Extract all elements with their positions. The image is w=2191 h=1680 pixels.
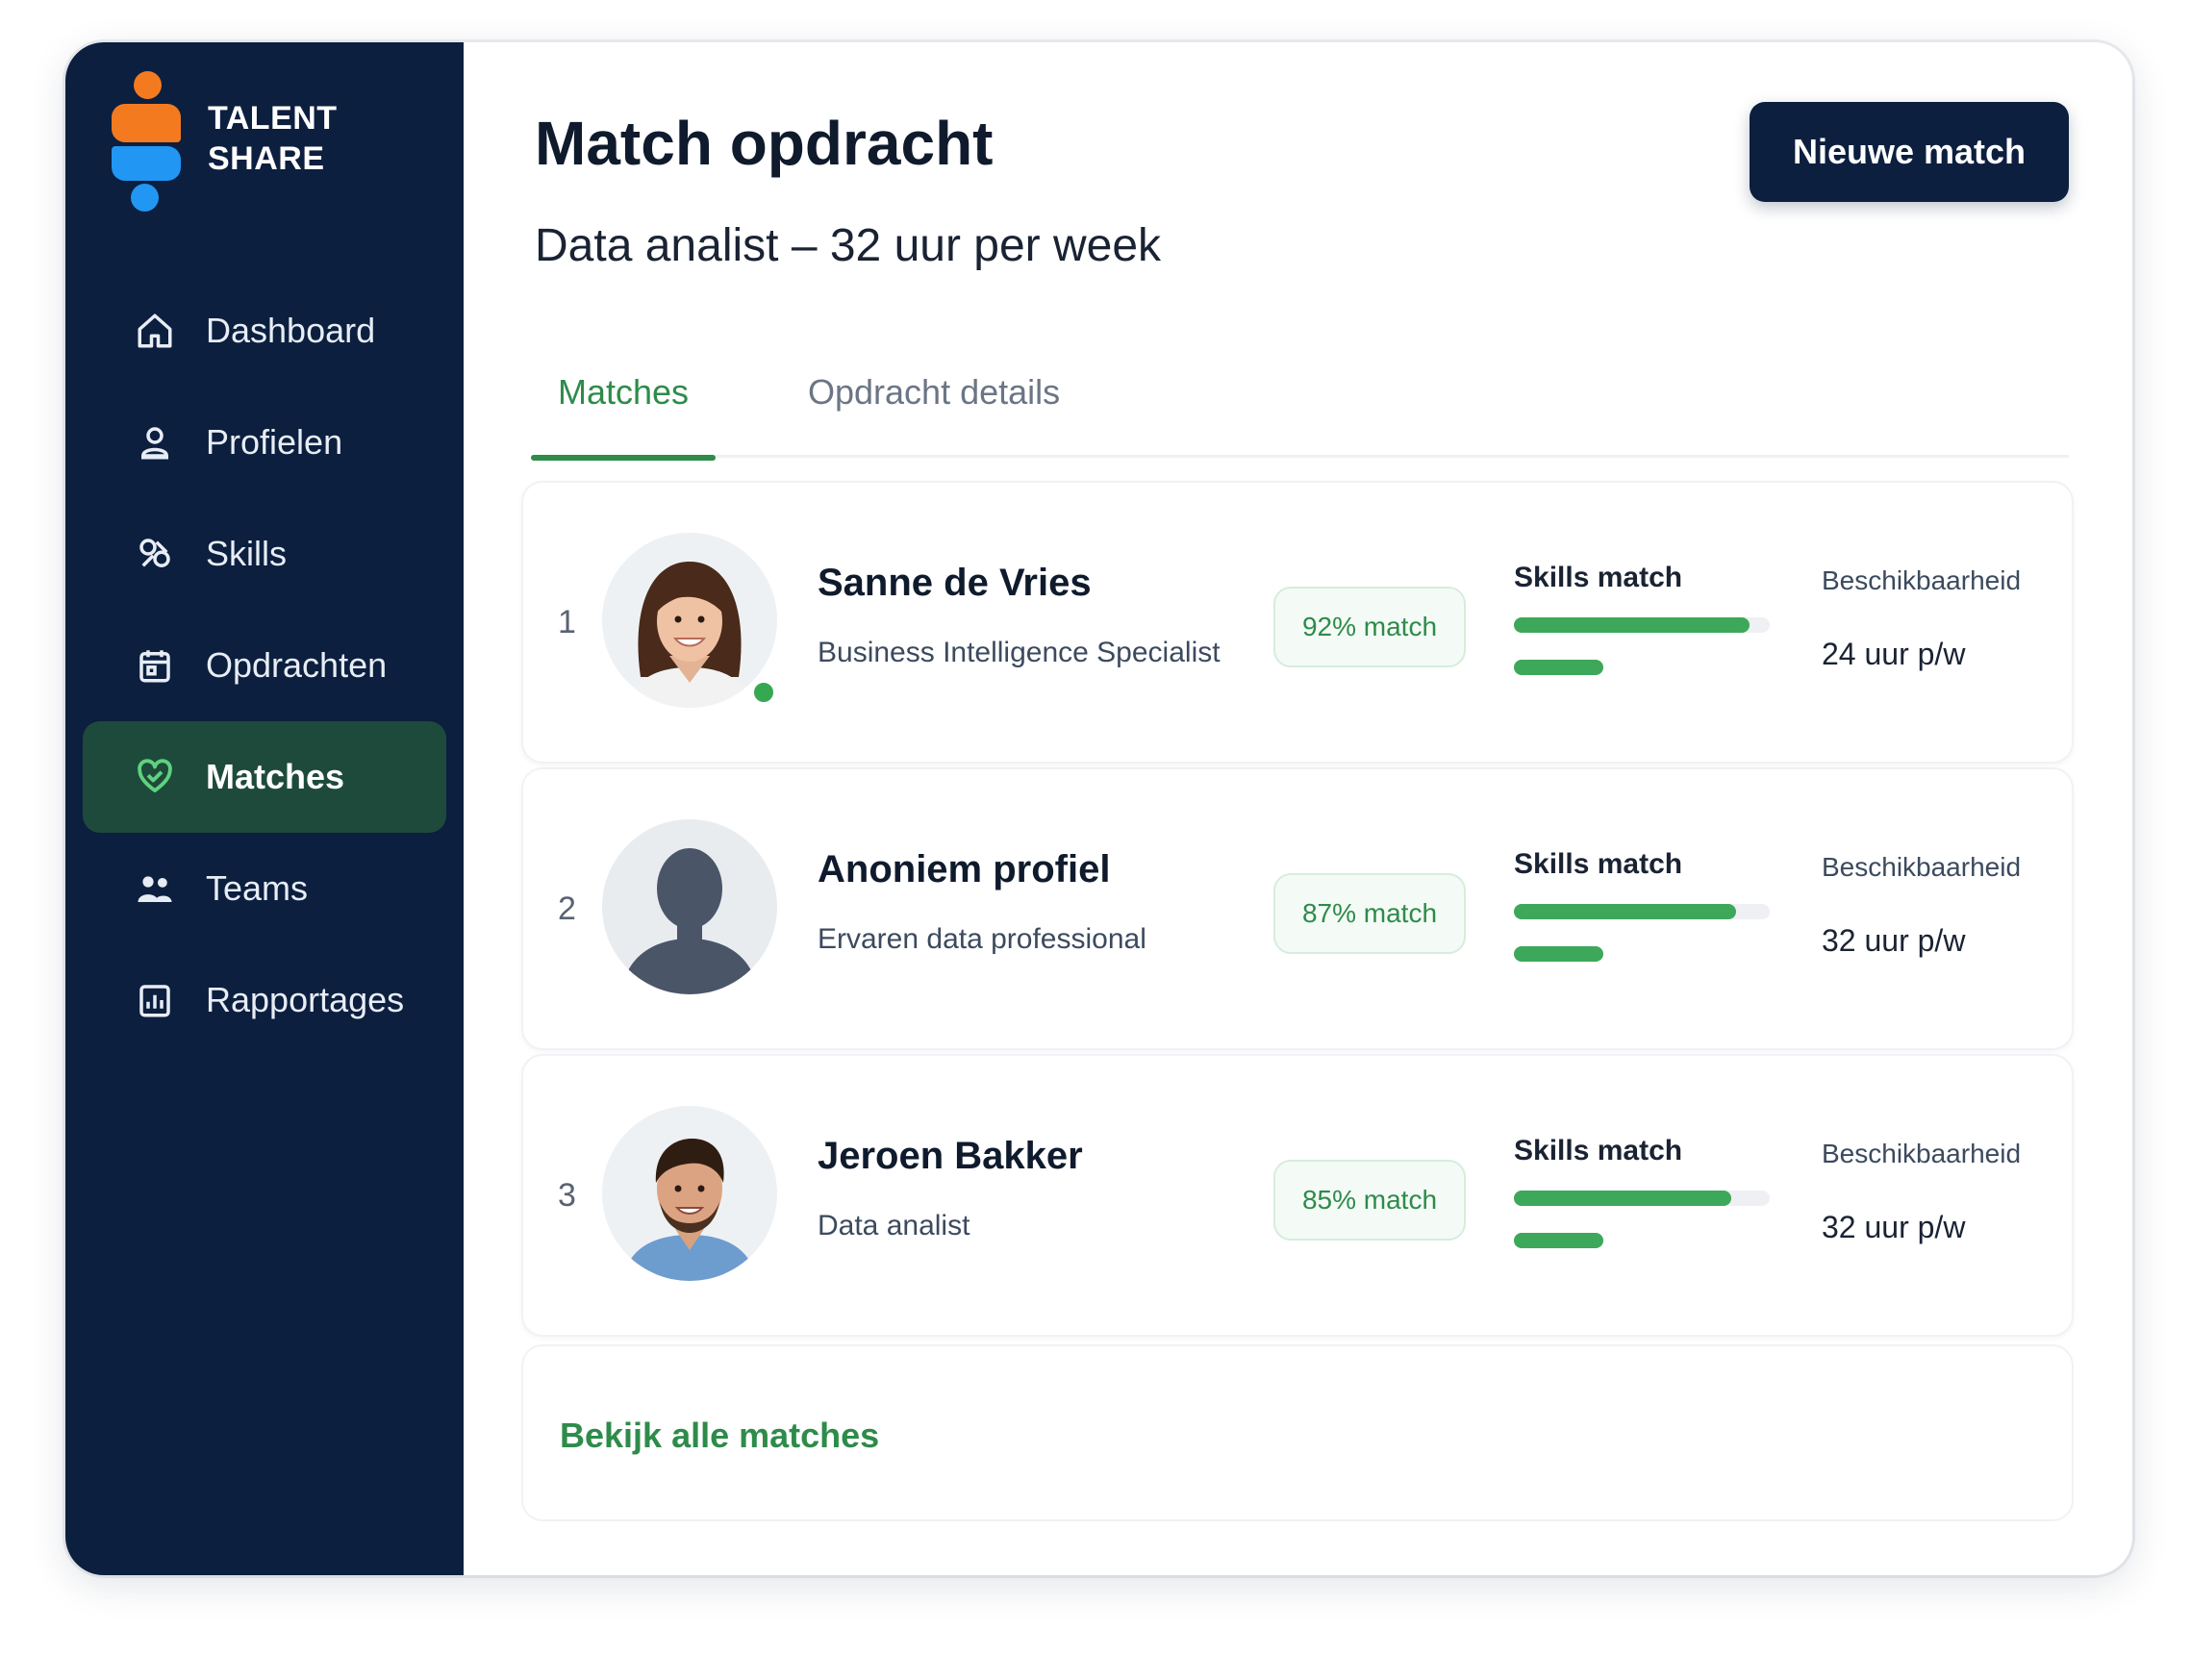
- match-score-badge: 87% match: [1273, 873, 1466, 954]
- availability-value: 32 uur p/w: [1822, 1210, 1966, 1244]
- brand-name-line1: TALENT: [208, 100, 338, 137]
- teams-icon: [133, 866, 177, 911]
- availability-value: 24 uur p/w: [1822, 637, 1966, 671]
- match-card[interactable]: 3 Jeroen Bakker Data analist 85% match S…: [521, 1054, 2074, 1337]
- view-all-card: Bekijk alle matches: [521, 1344, 2074, 1521]
- candidate-role: Ervaren data professional: [818, 923, 1146, 955]
- online-status-indicator: [750, 679, 777, 706]
- skills-match-bar-secondary: [1514, 946, 1770, 962]
- sidebar-item-label: Dashboard: [206, 311, 376, 350]
- sidebar-item-skills[interactable]: Skills: [83, 498, 446, 610]
- candidate-role: Business Intelligence Specialist: [818, 637, 1221, 668]
- view-all-matches-link[interactable]: Bekijk alle matches: [560, 1416, 879, 1456]
- skills-match-bar-secondary-fill: [1514, 946, 1604, 962]
- skills-match-bar-secondary: [1514, 1233, 1770, 1248]
- availability-label: Beschikbaarheid: [1822, 1139, 2022, 1168]
- match-rank: 1: [558, 604, 576, 640]
- female-portrait-avatar: [602, 533, 777, 708]
- match-card[interactable]: 2 Anoniem profiel Ervaren data professio…: [521, 767, 2074, 1050]
- matches-icon: [133, 755, 177, 799]
- assignments-icon: [133, 643, 177, 688]
- availability-value: 32 uur p/w: [1822, 923, 1966, 958]
- home-icon: [133, 309, 177, 353]
- match-list: 1 Sanne de Vries Business Intelligence S…: [521, 481, 2074, 1341]
- sidebar-item-matches[interactable]: Matches: [83, 721, 446, 833]
- skills-match-bar: [1514, 617, 1770, 633]
- sidebar-item-teams[interactable]: Teams: [83, 833, 446, 944]
- skills-match-bar-secondary-fill: [1514, 1233, 1604, 1248]
- skills-match-label: Skills match: [1514, 1135, 1683, 1166]
- talent-share-logo-icon: [112, 71, 185, 212]
- match-card[interactable]: 1 Sanne de Vries Business Intelligence S…: [521, 481, 2074, 764]
- sidebar-item-label: Rapportages: [206, 980, 405, 1019]
- tab-opdracht-details[interactable]: Opdracht details: [808, 344, 1060, 458]
- sidebar-item-dashboard[interactable]: Dashboard: [83, 275, 446, 387]
- sidebar-item-label: Profielen: [206, 422, 343, 462]
- sidebar-item-label: Opdrachten: [206, 645, 388, 685]
- app-window: TALENT SHARE Dashboard Profielen Skills …: [65, 42, 2132, 1575]
- anonymous-silhouette-avatar: [602, 819, 777, 994]
- skills-match-label: Skills match: [1514, 562, 1683, 593]
- sidebar-item-label: Matches: [206, 757, 345, 796]
- tab-bar: Matches Opdracht details: [531, 344, 2069, 461]
- page-subtitle: Data analist – 32 uur per week: [535, 220, 1162, 271]
- skills-match-bar-secondary-fill: [1514, 660, 1604, 675]
- match-score-badge: 85% match: [1273, 1160, 1466, 1241]
- avatar: [602, 819, 777, 994]
- availability-label: Beschikbaarheid: [1822, 565, 2022, 595]
- sidebar-nav: Dashboard Profielen Skills Opdrachten Ma…: [83, 275, 446, 1056]
- candidate-role: Data analist: [818, 1210, 970, 1241]
- sidebar-item-opdrachten[interactable]: Opdrachten: [83, 610, 446, 721]
- sidebar-item-label: Teams: [206, 868, 309, 908]
- match-score-badge: 92% match: [1273, 587, 1466, 667]
- main-content: Match opdracht Data analist – 32 uur per…: [464, 42, 2132, 1575]
- match-rank: 2: [558, 890, 576, 927]
- availability-label: Beschikbaarheid: [1822, 852, 2022, 882]
- male-portrait-avatar: [602, 1106, 777, 1281]
- new-match-button[interactable]: Nieuwe match: [1750, 102, 2069, 202]
- brand-logo[interactable]: TALENT SHARE: [112, 71, 338, 212]
- skills-icon: [133, 532, 177, 576]
- candidate-name: Jeroen Bakker: [818, 1135, 1083, 1177]
- skills-match-bar-secondary: [1514, 660, 1770, 675]
- tab-matches[interactable]: Matches: [531, 344, 716, 461]
- candidate-name: Sanne de Vries: [818, 562, 1092, 604]
- skills-match-bar: [1514, 1191, 1770, 1206]
- candidate-name: Anoniem profiel: [818, 848, 1111, 890]
- skills-match-label: Skills match: [1514, 848, 1683, 880]
- page-title: Match opdracht: [535, 109, 994, 178]
- match-rank: 3: [558, 1177, 576, 1214]
- avatar: [602, 1106, 777, 1281]
- sidebar-item-label: Skills: [206, 534, 288, 573]
- reports-icon: [133, 978, 177, 1022]
- avatar: [602, 533, 777, 708]
- skills-match-bar-fill: [1514, 904, 1737, 919]
- brand-name-line2: SHARE: [208, 140, 325, 177]
- brand-name: TALENT SHARE: [208, 98, 338, 179]
- skills-match-bar-fill: [1514, 1191, 1732, 1206]
- skills-match-bar: [1514, 904, 1770, 919]
- skills-match-bar-fill: [1514, 617, 1750, 633]
- profile-icon: [133, 420, 177, 464]
- sidebar-item-profielen[interactable]: Profielen: [83, 387, 446, 498]
- sidebar: TALENT SHARE Dashboard Profielen Skills …: [65, 42, 464, 1575]
- sidebar-item-rapportages[interactable]: Rapportages: [83, 944, 446, 1056]
